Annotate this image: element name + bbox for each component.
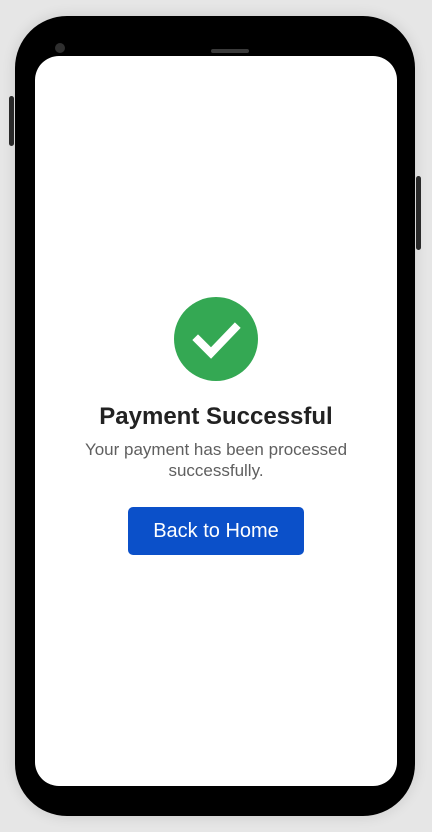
payment-success-panel: Payment Successful Your payment has been… <box>35 297 397 555</box>
stage: Payment Successful Your payment has been… <box>0 0 432 832</box>
page-title: Payment Successful <box>99 403 333 430</box>
check-circle-icon <box>174 297 258 381</box>
phone-side-button <box>9 96 14 146</box>
back-to-home-button[interactable]: Back to Home <box>128 507 304 555</box>
front-camera-icon <box>55 43 65 53</box>
success-message: Your payment has been processed successf… <box>84 440 348 480</box>
earpiece-speaker <box>211 49 249 53</box>
phone-power-button <box>416 176 421 250</box>
phone-screen: Payment Successful Your payment has been… <box>35 56 397 786</box>
